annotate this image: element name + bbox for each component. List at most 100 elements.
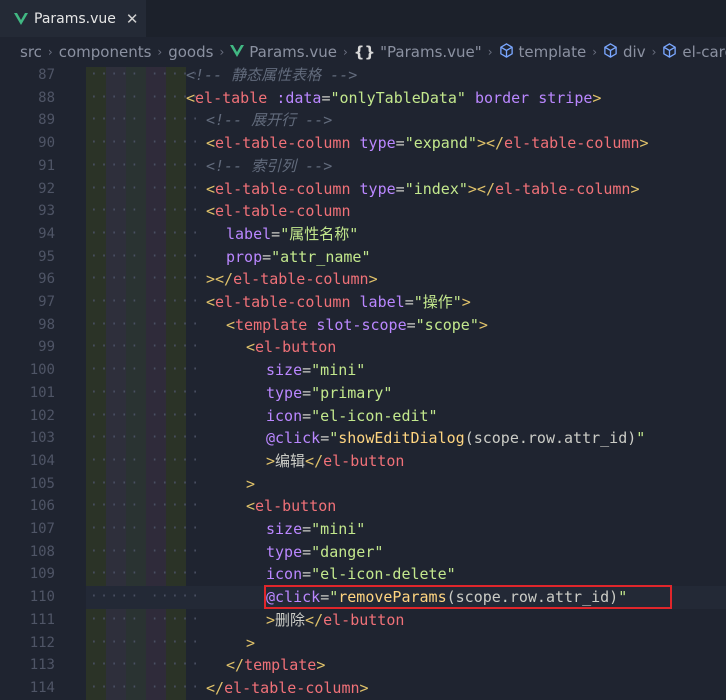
code-line[interactable]: 98 ····· ····· <template slot-scope="scope…: [0, 314, 726, 337]
code-line[interactable]: 95 ····· ····· prop="attr_name": [0, 246, 726, 269]
whitespace-dots: ····· ·····: [90, 316, 202, 332]
code-text: ></el-table-column>: [206, 270, 378, 289]
code-line[interactable]: 102 ····· ····· icon="el-icon-edit": [0, 405, 726, 428]
code-line[interactable]: 103 ····· ····· @click="showEditDialog(sco…: [0, 427, 726, 450]
whitespace-dots: ····· ·····: [90, 452, 202, 468]
code-line[interactable]: 92 ····· ····· <el-table-column type="inde…: [0, 178, 726, 201]
code-text: </template>: [226, 656, 326, 675]
line-number: 93: [38, 203, 55, 220]
line-number: 108: [29, 543, 55, 560]
whitespace-dots: ····· ·····: [90, 521, 202, 536]
code-line[interactable]: 91 ····· ····· <!-- 索引列 -->: [0, 155, 726, 178]
code-line[interactable]: 111 ····· ····· >删除</el-button: [0, 609, 726, 632]
code-text: prop="attr_name": [226, 247, 371, 266]
editor-tab-params-vue[interactable]: Params.vue ✕: [0, 0, 146, 37]
code-line[interactable]: 96 ····· ····· ></el-table-column>: [0, 268, 726, 291]
breadcrumb-item[interactable]: Params.vue: [249, 43, 337, 61]
whitespace-dots: ····· ·····: [90, 294, 202, 309]
code-text: size="mini": [266, 361, 366, 380]
breadcrumb: src › components › goods › Params.vue › {} "Param…: [0, 37, 726, 67]
whitespace-dots: ····· ·····: [90, 611, 202, 627]
whitespace-dots: ····· ·····: [90, 475, 202, 491]
line-number: 94: [38, 225, 55, 242]
code-line[interactable]: 97 ····· ····· <el-table-column label="操作"…: [0, 291, 726, 314]
tab-filename: Params.vue: [34, 10, 116, 27]
code-line[interactable]: 104 ····· ····· >编辑</el-button: [0, 450, 726, 473]
code-line[interactable]: 109 ····· ····· icon="el-icon-delete": [0, 563, 726, 586]
line-number: 100: [29, 362, 55, 379]
braces-icon: {}: [353, 43, 376, 61]
whitespace-dots: ····· ·····: [90, 271, 202, 287]
whitespace-dots: ····· ·····: [90, 589, 202, 605]
code-text: type="danger": [266, 542, 384, 561]
line-number: 113: [29, 657, 55, 674]
code-text: >编辑</el-button: [266, 451, 405, 470]
line-number: 106: [29, 498, 55, 515]
code-line[interactable]: 107 ····· ····· size="mini": [0, 518, 726, 541]
code-text: icon="el-icon-delete": [266, 565, 456, 584]
breadcrumb-separator: ›: [651, 45, 657, 59]
code-text: >: [246, 474, 256, 493]
whitespace-dots: ····· ·····: [90, 89, 202, 105]
breadcrumb-item[interactable]: template: [519, 43, 587, 61]
code-line[interactable]: 93 ····· ····· <el-table-column: [0, 200, 726, 223]
line-number: 87: [38, 67, 55, 83]
code-text: <!-- 展开行 -->: [206, 111, 333, 130]
close-icon[interactable]: ✕: [126, 10, 139, 28]
code-line[interactable]: 112 ····· ····· >: [0, 632, 726, 655]
line-number: 92: [38, 180, 55, 197]
line-number: 102: [29, 407, 55, 424]
code-text: <el-button: [246, 497, 337, 516]
code-text: >: [246, 633, 256, 652]
code-line[interactable]: 113 ····· ····· </template>: [0, 654, 726, 677]
whitespace-dots: ····· ·····: [90, 384, 202, 400]
line-number: 109: [29, 566, 55, 583]
vue-icon: [14, 12, 28, 25]
code-line[interactable]: 108 ····· ····· type="danger": [0, 541, 726, 564]
code-text: <template slot-scope="scope">: [226, 315, 488, 334]
breadcrumb-item[interactable]: div: [623, 43, 646, 61]
code-line[interactable]: 100 ····· ····· size="mini": [0, 359, 726, 382]
breadcrumb-separator: ›: [157, 45, 163, 59]
code-text: <el-table-column type="expand"></el-tabl…: [206, 134, 649, 153]
line-number: 104: [29, 452, 55, 469]
whitespace-dots: ····· ·····: [90, 135, 202, 151]
highlight-box: [264, 585, 672, 610]
code-text: </el-table-column>: [206, 678, 369, 697]
code-text: @click="showEditDialog(scope.row.attr_id…: [266, 429, 646, 448]
whitespace-dots: ····· ·····: [90, 67, 202, 82]
cube-icon: [603, 42, 618, 62]
code-line[interactable]: 106 ····· ····· <el-button: [0, 495, 726, 518]
code-line[interactable]: 89 ····· ····· <!-- 展开行 -->: [0, 109, 726, 132]
code-line[interactable]: 114 ····· ····· </el-table-column>: [0, 677, 726, 700]
line-number: 103: [29, 430, 55, 447]
breadcrumb-item[interactable]: goods: [168, 43, 213, 61]
line-number: 110: [29, 589, 55, 606]
breadcrumb-item[interactable]: el-card: [682, 43, 726, 61]
code-line[interactable]: 101 ····· ····· type="primary": [0, 382, 726, 405]
code-text: <!-- 静态属性表格 -->: [186, 67, 358, 84]
line-number: 95: [38, 248, 55, 265]
whitespace-dots: ····· ·····: [90, 430, 202, 446]
code-line[interactable]: 88 ····· ····· <el-table :data="onlyTableD…: [0, 87, 726, 110]
whitespace-dots: ····· ·····: [90, 362, 202, 378]
line-number: 114: [29, 679, 55, 696]
whitespace-dots: ····· ·····: [90, 566, 202, 582]
breadcrumb-separator: ›: [219, 45, 225, 59]
whitespace-dots: ····· ·····: [90, 679, 202, 695]
breadcrumb-item[interactable]: components: [59, 43, 152, 61]
code-line[interactable]: 94 ····· ····· label="属性名称": [0, 223, 726, 246]
line-number: 89: [38, 112, 55, 129]
code-editor[interactable]: 87 ····· ····· <!-- 静态属性表格 --> 88 ····· ····…: [0, 67, 726, 700]
code-text: type="primary": [266, 383, 393, 402]
code-line[interactable]: 105 ····· ····· >: [0, 473, 726, 496]
breadcrumb-item[interactable]: "Params.vue": [380, 43, 482, 61]
breadcrumb-item[interactable]: src: [20, 43, 42, 61]
code-line[interactable]: 87 ····· ····· <!-- 静态属性表格 -->: [0, 67, 726, 87]
breadcrumb-separator: ›: [592, 45, 598, 59]
whitespace-dots: ····· ·····: [90, 203, 202, 219]
cube-icon: [499, 42, 514, 62]
code-line[interactable]: 99 ····· ····· <el-button: [0, 336, 726, 359]
code-text: >删除</el-button: [266, 610, 405, 629]
code-line[interactable]: 90 ····· ····· <el-table-column type="expa…: [0, 132, 726, 155]
